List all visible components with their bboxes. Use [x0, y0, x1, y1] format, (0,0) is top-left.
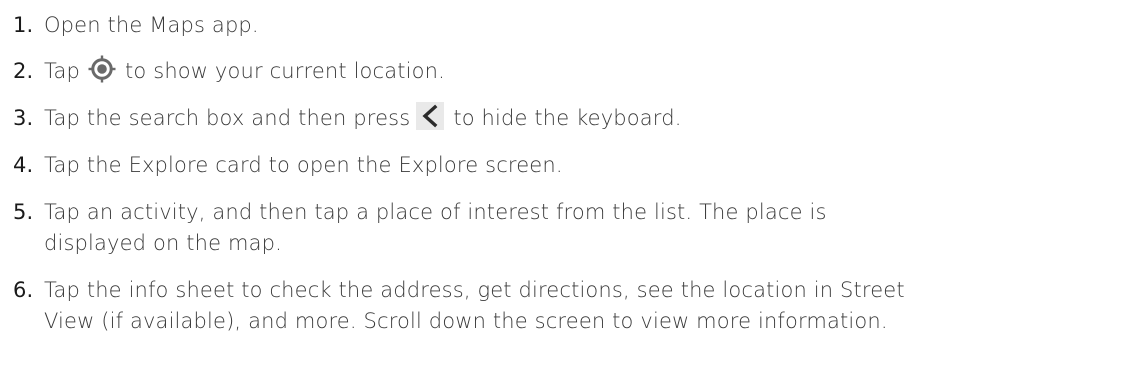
step-text: Tap to show your current location. [44, 55, 1119, 87]
step-number: 6. [13, 278, 34, 302]
step-text-after: to hide the keyboard. [453, 106, 682, 130]
step-number: 3. [13, 106, 34, 130]
step-text-after: to show your current location. [125, 59, 445, 83]
step-text-line-1: Tap an activity, and then tap a place of… [44, 200, 827, 224]
step-text-before: Tap [44, 59, 81, 83]
step-text: Tap the info sheet to check the address,… [44, 275, 1119, 337]
step-6: 6. Tap the info sheet to check the addre… [0, 275, 1126, 337]
step-3: 3. Tap the search box and then press to … [0, 102, 1126, 134]
step-text: Tap the search box and then press to hid… [44, 102, 1119, 134]
step-text-before: Tap the search box and then press [44, 106, 411, 130]
back-chevron-icon [416, 102, 445, 130]
step-5: 5. Tap an activity, and then tap a place… [0, 197, 1126, 259]
step-1: 1. Open the Maps app. [0, 10, 1126, 41]
step-2: 2. Tap to show your current location. [0, 55, 1126, 87]
step-number: 1. [13, 13, 34, 37]
step-text-line-2: displayed on the map. [44, 231, 282, 255]
step-text: Tap an activity, and then tap a place of… [44, 197, 1119, 259]
step-text: Tap the Explore card to open the Explore… [44, 153, 563, 177]
location-target-icon [88, 55, 116, 83]
step-text: Open the Maps app. [44, 13, 259, 37]
step-number: 2. [13, 59, 34, 83]
step-text-line-1: Tap the info sheet to check the address,… [44, 278, 905, 302]
step-number: 5. [13, 200, 34, 224]
step-4: 4. Tap the Explore card to open the Expl… [0, 150, 1126, 181]
step-number: 4. [13, 153, 34, 177]
step-text-line-2: View (if available), and more. Scroll do… [44, 309, 888, 333]
